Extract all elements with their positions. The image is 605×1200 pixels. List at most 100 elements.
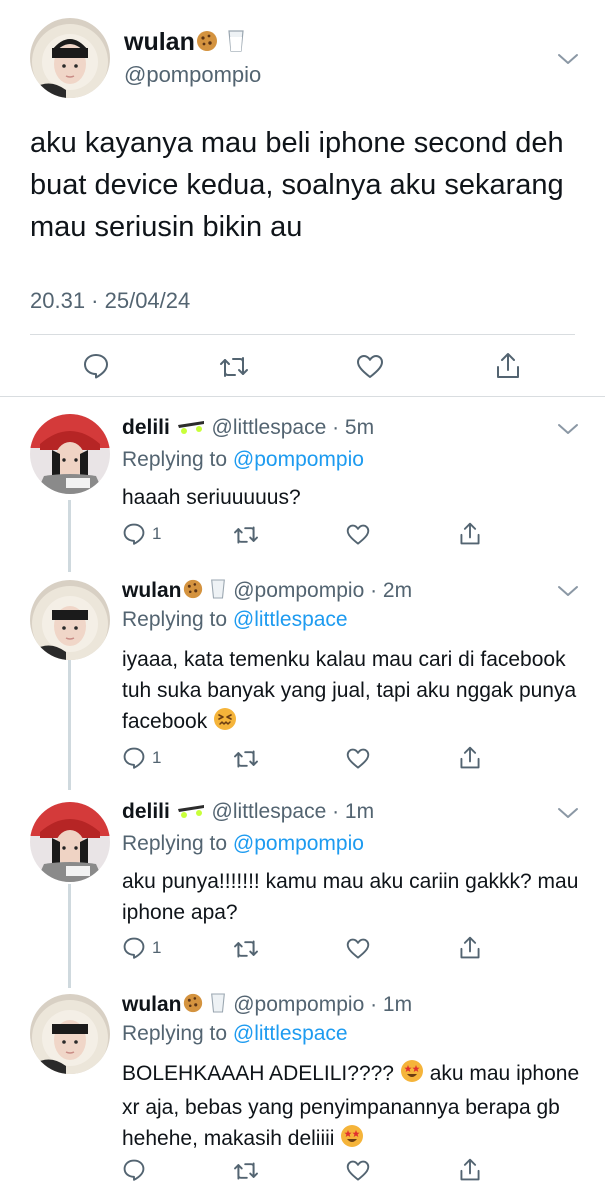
replying-to-prefix: Replying to [122,832,228,855]
reply-header: delili @littlespace · 1m [122,800,374,827]
skateboard-emoji [176,417,206,443]
reply-count: 1 [152,748,162,767]
replying-to: Replying to @pompompio [122,448,364,472]
reply-tweet: wulan @pompompio · 1m Replying to @littl… [0,980,605,1200]
reply-header: wulan @pompompio · 1m [122,992,412,1020]
avatar-wulan[interactable] [30,580,110,660]
reply-tweet: delili @littlespace · 5m Replying to @po… [0,400,605,570]
replying-to-prefix: Replying to [122,448,228,471]
share-button[interactable] [458,935,482,961]
like-button[interactable] [346,523,370,547]
reply-author-name[interactable]: delili [122,416,170,439]
like-icon [346,1159,370,1183]
reply-icon [122,936,146,960]
reply-author-handle[interactable]: @littlespace [212,416,327,439]
avatar-delili-image [30,802,110,882]
share-button[interactable] [458,1157,482,1183]
replying-to-mention[interactable]: @pompompio [233,832,364,855]
share-icon [458,745,482,771]
divider [30,334,575,335]
avatar-wulan-image [30,994,110,1074]
like-button[interactable] [356,353,384,381]
chevron-down-icon[interactable] [557,584,579,598]
share-icon [494,351,522,381]
reply-tweet: delili @littlespace · 1m Replying to @po… [0,790,605,980]
star-struck-emoji [340,1124,364,1157]
reply-text: aku punya!!!!!!! kamu mau aku cariin gak… [122,870,579,924]
share-icon [458,1157,482,1183]
reply-button[interactable]: 1 [122,522,161,546]
cookie-emoji [182,578,204,606]
like-icon [346,523,370,547]
replying-to-mention[interactable]: @pompompio [233,448,364,471]
reply-time[interactable]: 1m [345,800,374,823]
reply-time[interactable]: 1m [383,993,412,1016]
reply-text-content: iyaaa, kata temenku kalau mau cari di fa… [122,648,577,733]
reply-icon [122,1158,146,1182]
avatar-delili[interactable] [30,802,110,882]
retweet-icon [218,354,250,380]
retweet-icon [232,524,260,546]
main-tweet-text: aku kayanya mau beli iphone second deh b… [30,127,564,243]
author-name-text: wulan [124,28,195,56]
share-icon [458,521,482,547]
main-tweet: wulan @pompompio aku kayanya mau beli ip… [0,0,605,396]
reply-time[interactable]: 5m [345,416,374,439]
reply-button[interactable] [82,352,110,380]
avatar-wulan[interactable] [30,18,110,98]
milk-glass-emoji [226,29,246,60]
share-button[interactable] [494,351,522,381]
main-author-name[interactable]: wulan [124,28,246,60]
reply-button[interactable]: 1 [122,746,161,770]
avatar-delili[interactable] [30,414,110,494]
like-button[interactable] [346,937,370,961]
like-button[interactable] [346,747,370,771]
reply-author-handle[interactable]: @pompompio [233,993,364,1016]
reply-text-part1: BOLEHKAAAH ADELILI???? [122,1062,394,1085]
reply-count: 1 [152,524,162,543]
retweet-button[interactable] [232,748,260,770]
retweet-button[interactable] [232,938,260,960]
cookie-emoji [195,29,219,60]
share-button[interactable] [458,745,482,771]
retweet-button[interactable] [232,1160,260,1182]
reply-button[interactable] [122,1158,146,1182]
chevron-down-icon[interactable] [557,806,579,820]
reply-author-name[interactable]: wulan [122,993,182,1016]
reply-count: 1 [152,938,162,957]
avatar-wulan[interactable] [30,994,110,1074]
reply-icon [122,522,146,546]
main-author-handle[interactable]: @pompompio [124,62,261,88]
replying-to: Replying to @littlespace [122,608,348,632]
retweet-icon [232,938,260,960]
main-tweet-timestamp[interactable]: 20.31 · 25/04/24 [30,288,190,314]
reply-author-handle[interactable]: @littlespace [212,800,327,823]
retweet-button[interactable] [232,524,260,546]
like-icon [346,747,370,771]
reply-header: delili @littlespace · 5m [122,416,374,443]
reply-author-handle[interactable]: @pompompio [233,579,364,602]
reply-text: BOLEHKAAAH ADELILI???? aku mau iphone xr… [122,1058,582,1157]
replying-to-mention[interactable]: @littlespace [233,1022,348,1045]
reply-author-name[interactable]: wulan [122,579,182,602]
retweet-icon [232,748,260,770]
reply-text: iyaaa, kata temenku kalau mau cari di fa… [122,644,582,740]
milk-glass-emoji [209,578,227,606]
share-button[interactable] [458,521,482,547]
retweet-button[interactable] [218,354,250,380]
reply-time[interactable]: 2m [383,579,412,602]
reply-icon [82,352,110,380]
retweet-icon [232,1160,260,1182]
reply-author-name[interactable]: delili [122,800,170,823]
replying-to-mention[interactable]: @littlespace [233,608,348,631]
chevron-down-icon[interactable] [557,422,579,436]
avatar-wulan-image [30,580,110,660]
reply-tweet: wulan @pompompio · 2m Replying to @littl… [0,570,605,790]
confounded-face-emoji [213,707,237,740]
replying-to: Replying to @littlespace [122,1022,348,1046]
replying-to-prefix: Replying to [122,1022,228,1045]
reply-button[interactable]: 1 [122,936,161,960]
chevron-down-icon[interactable] [557,52,579,66]
avatar-delili-image [30,414,110,494]
like-button[interactable] [346,1159,370,1183]
